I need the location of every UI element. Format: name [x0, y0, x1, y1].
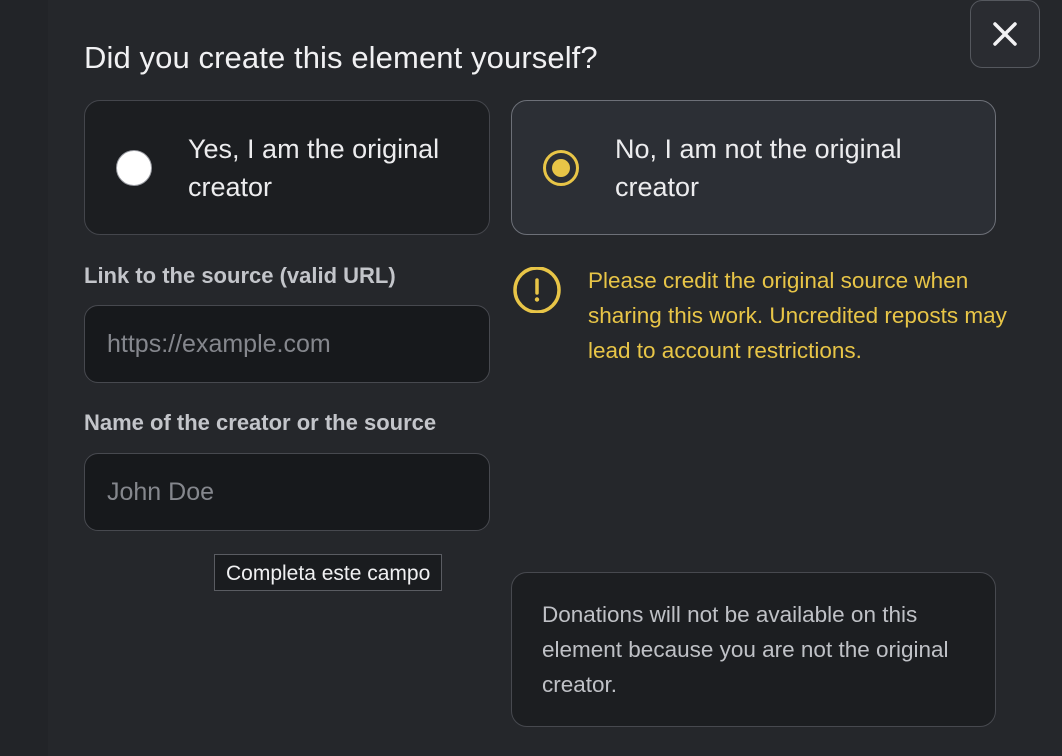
- source-attribution-dialog: Did you create this element yourself? Ye…: [0, 0, 1062, 756]
- backdrop-edge: [0, 0, 48, 756]
- creator-name-label: Name of the creator or the source: [84, 410, 437, 435]
- option-no-label: No, I am not the original creator: [615, 133, 902, 202]
- dialog-title: Did you create this element yourself?: [84, 40, 598, 75]
- close-icon: [993, 22, 1017, 46]
- option-no-not-original-creator[interactable]: No, I am not the original creator: [511, 100, 996, 235]
- source-link-input[interactable]: [84, 305, 490, 383]
- source-link-label: Link to the source (valid URL): [84, 263, 396, 288]
- close-button[interactable]: [970, 0, 1040, 68]
- radio-dot: [552, 158, 570, 177]
- radio-selected[interactable]: [543, 149, 579, 186]
- creator-name-input[interactable]: [84, 453, 490, 531]
- radio-unselected[interactable]: [116, 149, 152, 186]
- option-yes-label: Yes, I am the original creator: [188, 133, 440, 202]
- credit-warning-text: Please credit the original source when s…: [588, 268, 1007, 363]
- exclamation-circle-icon: [513, 267, 561, 313]
- option-yes-original-creator[interactable]: Yes, I am the original creator: [84, 100, 490, 235]
- donations-info-text: Donations will not be available on this …: [542, 602, 949, 697]
- donations-info-box: Donations will not be available on this …: [511, 572, 996, 727]
- validation-tooltip: Completa este campo: [214, 554, 443, 591]
